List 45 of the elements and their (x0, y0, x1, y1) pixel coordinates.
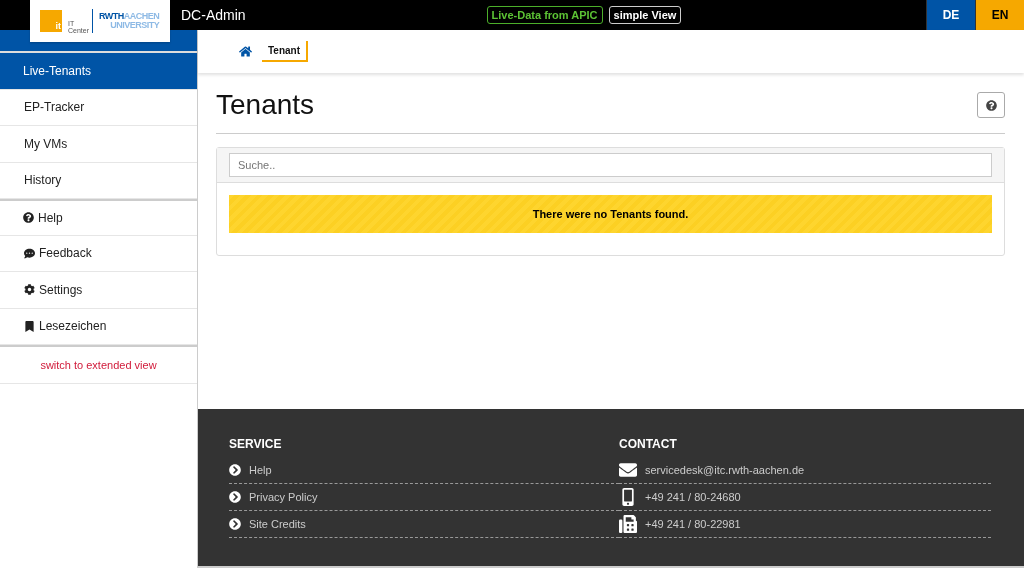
mobile-phone-icon (619, 488, 637, 506)
empty-message: There were no Tenants found. (229, 195, 992, 233)
sidebar-label: Lesezeichen (39, 319, 107, 334)
page-title: Tenants (216, 89, 315, 121)
contact-text: +49 241 / 80-24680 (645, 491, 741, 503)
settings-icon (24, 284, 35, 296)
sidebar-label: Live-Tenants (23, 63, 92, 78)
footer-link[interactable]: Site Credits (249, 518, 306, 530)
app-title: DC-Admin (181, 7, 246, 23)
chevron-icon (229, 464, 241, 476)
logo-text: AACHEN (123, 12, 160, 21)
footer-link[interactable]: Help (249, 464, 272, 476)
language-button[interactable]: DE (926, 0, 975, 30)
help-icon (985, 99, 997, 111)
help-button[interactable] (977, 92, 1005, 118)
footer-heading: SERVICE (229, 437, 283, 451)
sidebar-label: Feedback (39, 246, 92, 261)
footer-link[interactable]: Privacy Policy (249, 491, 318, 503)
breadcrumb-link[interactable]: Tenant (262, 41, 309, 62)
sidebar-item[interactable]: Help (0, 199, 197, 236)
contact-text: +49 241 / 80-22981 (645, 518, 741, 530)
sidebar-label: My VMs (24, 136, 68, 151)
language-button[interactable]: EN (975, 0, 1024, 30)
speech-bubble-icon (24, 247, 35, 259)
chevron-icon (229, 518, 241, 530)
logo-text: RWTH (99, 12, 124, 21)
chevron-icon (229, 491, 241, 503)
fax-icon (619, 515, 637, 533)
switch-view-link[interactable]: switch to extended view (0, 345, 197, 384)
footer-heading: CONTACT (619, 437, 678, 451)
sidebar-label: Settings (39, 282, 83, 297)
bookmark-icon (24, 320, 35, 332)
contact-text: servicedesk@itc.rwth-aachen.de (645, 464, 805, 476)
sidebar-label: History (24, 173, 62, 188)
logo-text: UNIVERSITY (110, 21, 160, 30)
search-field[interactable]: Suche.. (229, 153, 992, 177)
sidebar-label: Help (38, 210, 63, 225)
envelope-icon (619, 461, 637, 479)
sidebar-item[interactable]: Live-Tenants (0, 53, 197, 90)
status-badge: Live-Data from APIC (486, 6, 603, 24)
help-icon (23, 212, 34, 224)
logo-mark: it (40, 10, 62, 32)
sidebar-label: EP-Tracker (24, 100, 85, 115)
home-icon[interactable] (239, 45, 252, 58)
view-toggle[interactable]: simple View (608, 6, 682, 24)
